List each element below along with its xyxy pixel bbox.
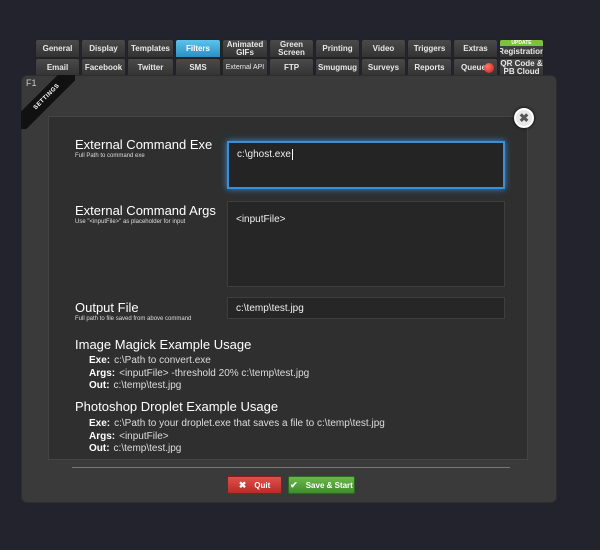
tab-queue-label: Queue bbox=[461, 62, 486, 72]
imagemagick-heading: Image Magick Example Usage bbox=[75, 337, 252, 352]
ps-args-key: Args: bbox=[89, 431, 116, 442]
ps-exe-value: c:\Path to your droplet.exe that saves a… bbox=[114, 418, 385, 429]
queue-alert-icon bbox=[484, 63, 494, 73]
im-exe-key: Exe: bbox=[89, 355, 111, 366]
exe-input-value: c:\ghost.exe bbox=[237, 149, 291, 160]
tab-display[interactable]: Display bbox=[81, 39, 126, 58]
im-args-value: <inputFile> -threshold 20% c:\temp\test.… bbox=[119, 368, 310, 379]
tab-video[interactable]: Video bbox=[361, 39, 406, 58]
tab-templates[interactable]: Templates bbox=[127, 39, 174, 58]
footer-divider bbox=[72, 467, 510, 468]
im-out-value: c:\temp\test.jpg bbox=[113, 380, 182, 391]
im-out-key: Out: bbox=[89, 380, 110, 391]
tab-triggers[interactable]: Triggers bbox=[407, 39, 452, 58]
save-start-button-label: Save & Start bbox=[305, 480, 353, 490]
ps-args-line: Args: <inputFile> bbox=[89, 431, 169, 442]
ps-exe-key: Exe: bbox=[89, 418, 111, 429]
x-icon: ✖ bbox=[238, 479, 247, 490]
quit-button[interactable]: ✖ Quit bbox=[227, 476, 282, 494]
tab-green-screen[interactable]: Green Screen bbox=[269, 39, 314, 58]
args-input[interactable]: <inputFile> bbox=[227, 201, 505, 287]
close-icon[interactable]: ✖ bbox=[514, 108, 534, 128]
tab-row-top: General Display Templates Filters Animat… bbox=[35, 39, 545, 58]
output-hint: Full path to file saved from above comma… bbox=[75, 316, 192, 322]
tab-registration[interactable]: UPDATE Registration bbox=[499, 39, 544, 58]
im-exe-value: c:\Path to convert.exe bbox=[114, 355, 211, 366]
tab-registration-label: Registration bbox=[499, 46, 544, 56]
im-args-line: Args: <inputFile> -threshold 20% c:\temp\… bbox=[89, 368, 309, 379]
check-icon: ✔ bbox=[290, 479, 298, 490]
tab-printing[interactable]: Printing bbox=[315, 39, 360, 58]
ps-args-value: <inputFile> bbox=[119, 431, 169, 442]
ps-out-key: Out: bbox=[89, 443, 110, 454]
exe-input[interactable]: c:\ghost.exe bbox=[227, 141, 505, 189]
ps-out-line: Out: c:\temp\test.jpg bbox=[89, 443, 181, 454]
tab-filters[interactable]: Filters bbox=[175, 39, 221, 58]
im-exe-line: Exe: c:\Path to convert.exe bbox=[89, 355, 211, 366]
tab-general[interactable]: General bbox=[35, 39, 80, 58]
output-label: Output File bbox=[75, 300, 139, 315]
photoshop-heading: Photoshop Droplet Example Usage bbox=[75, 399, 279, 414]
output-input[interactable]: c:\temp\test.jpg bbox=[227, 297, 505, 319]
ps-out-value: c:\temp\test.jpg bbox=[113, 443, 182, 454]
save-start-button[interactable]: ✔ Save & Start bbox=[288, 476, 355, 494]
exe-hint: Full Path to command exe bbox=[75, 153, 145, 159]
update-badge: UPDATE bbox=[500, 40, 543, 46]
im-args-key: Args: bbox=[89, 368, 116, 379]
im-out-line: Out: c:\temp\test.jpg bbox=[89, 380, 181, 391]
ps-exe-line: Exe: c:\Path to your droplet.exe that sav… bbox=[89, 418, 385, 429]
tab-animated-gifs[interactable]: Animated GIFs bbox=[222, 39, 268, 58]
exe-label: External Command Exe bbox=[75, 137, 213, 152]
args-hint: Use "<inputFile>" as placeholder for inp… bbox=[75, 219, 186, 225]
filters-form: External Command Exe Full Path to comman… bbox=[48, 116, 528, 460]
tab-extras[interactable]: Extras bbox=[453, 39, 498, 58]
quit-button-label: Quit bbox=[254, 480, 271, 490]
args-label: External Command Args bbox=[75, 203, 216, 218]
f1-key-label: F1 bbox=[26, 78, 37, 88]
